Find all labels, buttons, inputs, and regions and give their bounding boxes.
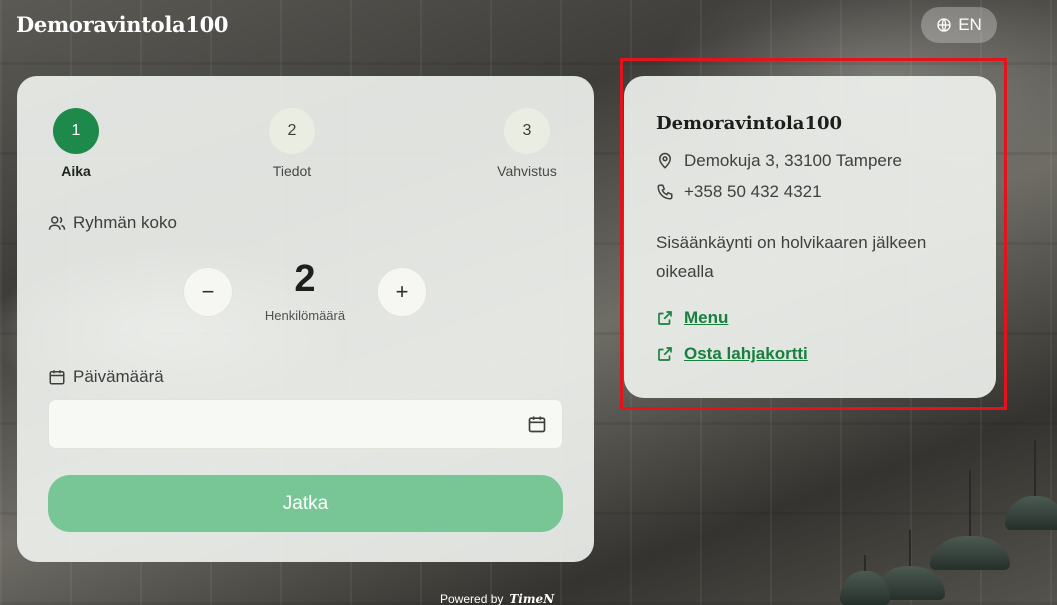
step-1-label: Aika	[61, 163, 91, 179]
group-size-label-text: Ryhmän koko	[73, 213, 177, 232]
gift-card-link[interactable]: Osta lahjakortti	[656, 344, 808, 364]
date-label-text: Päivämäärä	[73, 367, 164, 386]
phone-row: +358 50 432 4321	[656, 182, 822, 202]
menu-link[interactable]: Menu	[656, 308, 728, 328]
address-text: Demokuja 3, 33100 Tampere	[684, 151, 902, 170]
external-link-icon	[658, 311, 672, 325]
step-1: 1 Aika	[46, 108, 106, 179]
party-size-stepper: − 2 Henkilömäärä +	[183, 246, 427, 330]
provider-logo[interactable]: TimeN	[509, 592, 554, 605]
powered-by-text: Powered by	[440, 592, 504, 605]
pendant-lamp	[1005, 440, 1057, 530]
step-2-number: 2	[269, 108, 315, 154]
increment-button[interactable]: +	[377, 267, 427, 317]
phone-text: +358 50 432 4321	[684, 182, 822, 201]
group-size-label: Ryhmän koko	[48, 213, 177, 233]
step-2-label: Tiedot	[272, 163, 312, 179]
calendar-picker-icon[interactable]	[527, 414, 547, 434]
phone-icon	[657, 184, 673, 200]
address-row: Demokuja 3, 33100 Tampere	[656, 151, 902, 171]
language-switcher-button[interactable]: EN	[921, 7, 997, 43]
step-3: 3 Vahvistus	[487, 108, 567, 179]
step-indicator: 1 Aika 2 Tiedot 3 Vahvistus	[17, 76, 594, 186]
booking-card: 1 Aika 2 Tiedot 3 Vahvistus Ryhmän koko …	[17, 76, 594, 562]
continue-button[interactable]: Jatka	[48, 475, 563, 532]
restaurant-info-card: Demoravintola100 Demokuja 3, 33100 Tampe…	[624, 76, 996, 398]
menu-link-label: Menu	[684, 308, 729, 327]
powered-by-footer: Powered by TimeN	[440, 592, 554, 605]
step-1-number: 1	[53, 108, 99, 154]
step-3-number: 3	[504, 108, 550, 154]
calendar-icon	[49, 370, 65, 385]
step-3-label: Vahvistus	[497, 163, 557, 179]
brand-logo: Demoravintola100	[16, 12, 229, 37]
language-label: EN	[958, 15, 982, 34]
entrance-note: Sisäänkäynti on holvikaaren jälkeen oike…	[656, 233, 927, 281]
globe-icon	[937, 18, 951, 32]
step-2: 2 Tiedot	[262, 108, 322, 179]
date-input[interactable]	[48, 399, 563, 449]
pendant-lamp	[840, 555, 890, 605]
users-icon	[48, 216, 66, 230]
restaurant-name: Demoravintola100	[656, 113, 843, 134]
gift-card-link-label: Osta lahjakortti	[684, 344, 808, 363]
date-label: Päivämäärä	[48, 367, 164, 387]
external-link-icon	[658, 347, 672, 361]
map-pin-icon	[658, 152, 672, 169]
